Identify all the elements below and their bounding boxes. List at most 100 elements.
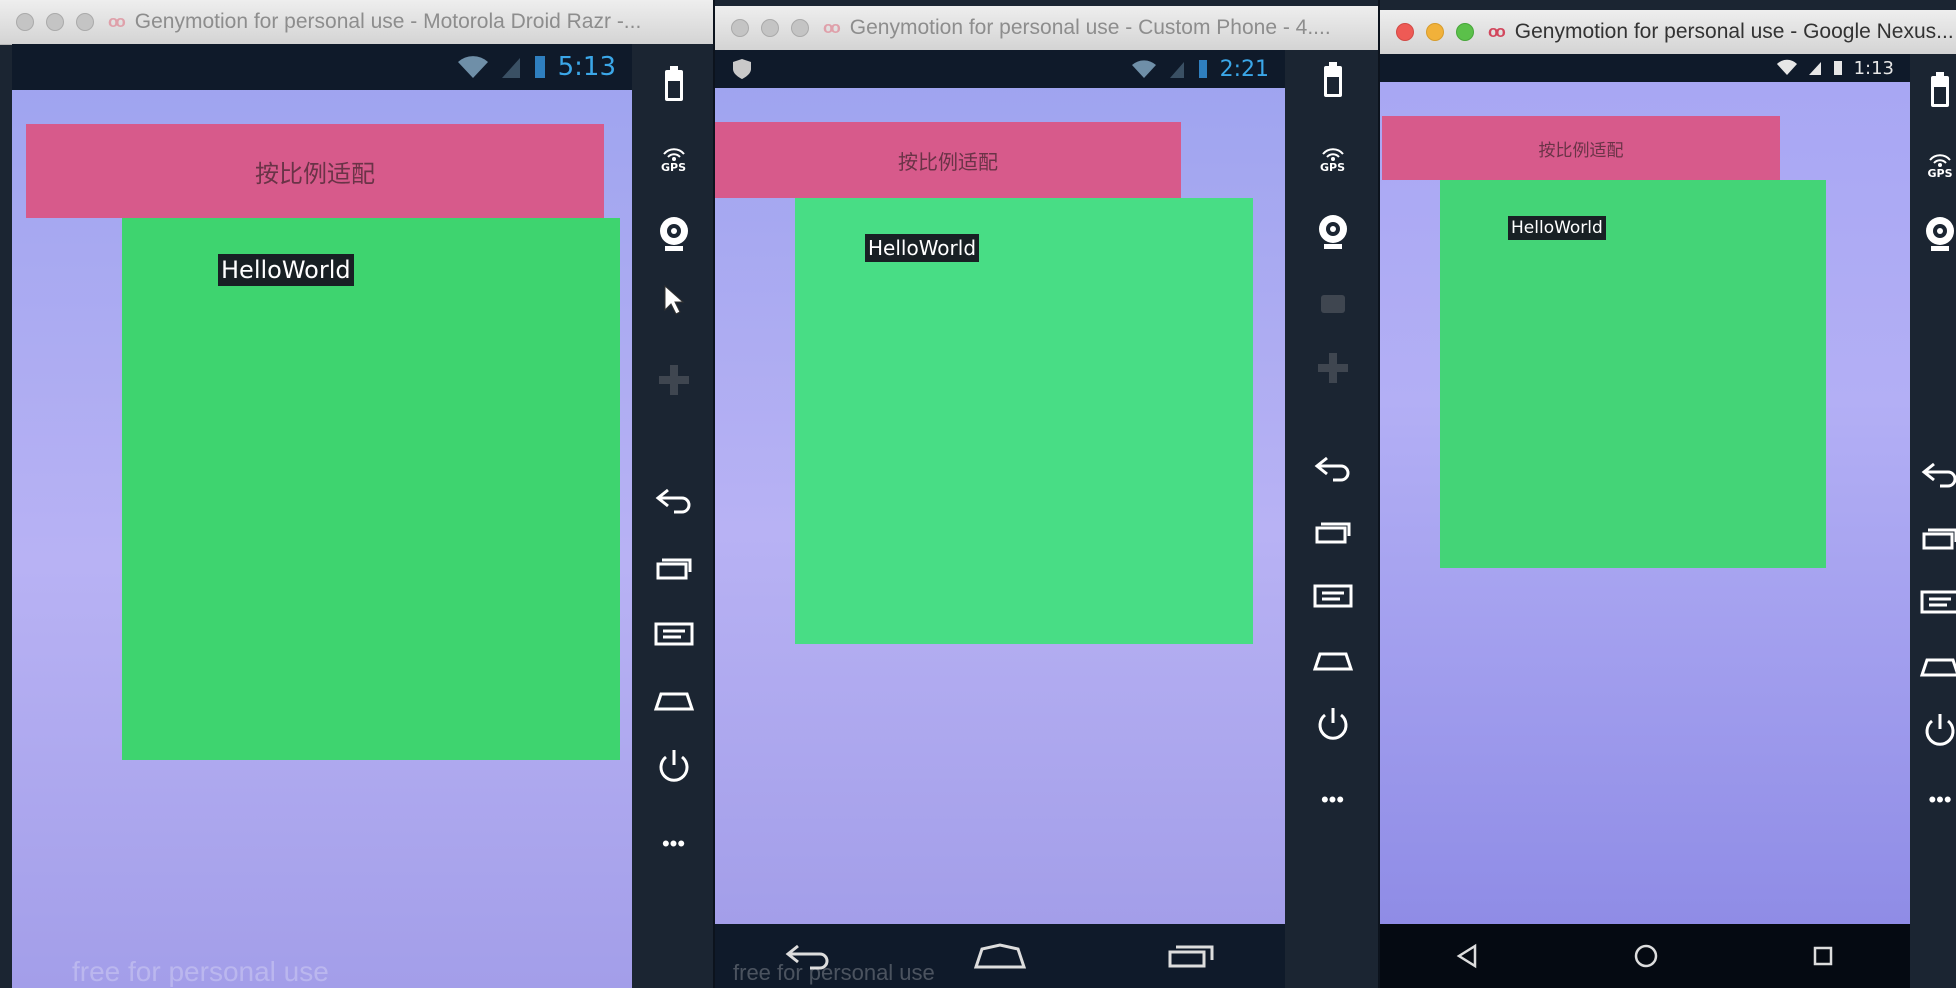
battery-widget-icon [1323,62,1342,97]
signal-icon [1169,62,1184,78]
back-button[interactable] [644,470,704,530]
more-dots-icon: ••• [1320,787,1345,812]
status-time: 5:13 [557,52,616,82]
nav-recent-icon[interactable] [1166,942,1216,970]
recent-apps-icon [1922,528,1956,550]
header-bar: 按比例适配 [1382,116,1780,180]
home-icon [1312,652,1353,671]
emulator-toolbar: GPS ••• [1285,50,1380,988]
emulator-window-2: oo Genymotion for personal use - Custom … [715,0,1380,988]
gps-label: GPS [660,160,686,174]
close-button[interactable] [1396,23,1414,41]
genymotion-logo-icon: oo [108,12,126,31]
window-title: Genymotion for personal use - Google Nex… [1514,20,1954,43]
emulator-toolbar: GPS ••• [632,44,715,988]
remote-control-widget[interactable] [1303,272,1363,332]
gps-widget[interactable]: GPS [1910,136,1956,196]
status-bar: 2:21 [715,50,1285,88]
nav-home-icon[interactable] [973,942,1027,970]
content-box [795,198,1253,644]
menu-icon [1313,584,1352,608]
home-button[interactable] [1910,636,1956,696]
content-box [1440,180,1826,568]
recent-apps-icon [656,558,691,580]
navigation-bar [1380,924,1910,988]
android-screen[interactable]: 2:21 按比例适配 HelloWorld [715,50,1285,924]
power-icon [1925,714,1955,746]
header-text: 按比例适配 [255,160,375,188]
home-button[interactable] [644,670,704,730]
zoom-button[interactable] [76,13,94,31]
webcam-widget[interactable] [1303,202,1363,262]
status-time: 2:21 [1219,56,1269,82]
back-arrow-icon [1314,456,1349,482]
gps-widget[interactable]: GPS [1303,130,1363,190]
watermark-text: free for personal use [72,956,329,987]
nav-recent-icon[interactable] [1811,944,1835,968]
recent-apps-button[interactable] [1303,502,1363,562]
menu-button[interactable] [1910,572,1956,632]
nav-home-icon[interactable] [1632,942,1660,970]
more-button[interactable]: ••• [1910,770,1956,830]
window-controls [1396,23,1474,41]
power-icon [1318,708,1347,740]
gps-widget[interactable]: GPS [644,130,704,190]
window-title: Genymotion for personal use - Motorola D… [134,10,642,33]
wifi-icon [1776,59,1797,75]
android-screen[interactable]: 5:13 按比例适配 HelloWorld free for personal … [12,44,632,988]
close-button[interactable] [731,19,749,37]
webcam-widget[interactable] [1910,204,1956,264]
close-button[interactable] [16,13,34,31]
home-icon [653,692,694,711]
minimize-button[interactable] [46,13,64,31]
menu-button[interactable] [1303,566,1363,626]
emulator-toolbar: GPS ••• [1910,54,1956,988]
notification-shield-icon [733,59,751,79]
battery-widget[interactable] [1910,60,1956,120]
genymotion-logo-icon: oo [823,18,841,37]
back-button[interactable] [1303,438,1363,498]
menu-icon [1920,590,1956,614]
title-bar[interactable]: oo Genymotion for personal use - Motorol… [0,0,715,45]
zoom-button[interactable] [791,19,809,37]
status-bar: 1:13 [1380,54,1910,82]
dpad-widget[interactable] [1303,338,1363,398]
signal-icon [501,58,520,78]
genymotion-logo-icon: oo [1488,22,1506,41]
remote-control-icon [1320,295,1345,313]
back-button[interactable] [1910,444,1956,504]
mouse-pointer-icon [664,284,684,315]
status-time: 1:13 [1853,57,1894,79]
window-controls [16,13,94,31]
window-title: Genymotion for personal use - Custom Pho… [849,16,1331,39]
android-screen[interactable]: 1:13 按比例适配 HelloWorld [1380,54,1910,924]
recent-apps-button[interactable] [1910,508,1956,568]
power-button[interactable] [1303,694,1363,754]
wifi-icon [457,56,488,78]
recent-apps-icon [1315,522,1350,544]
title-bar[interactable]: oo Genymotion for personal use - Custom … [715,6,1380,51]
power-button[interactable] [1910,700,1956,760]
battery-widget[interactable] [644,54,704,114]
power-icon [659,750,688,782]
menu-button[interactable] [644,604,704,664]
emulator-window-3: oo Genymotion for personal use - Google … [1380,0,1956,988]
webcam-widget[interactable] [644,204,704,264]
battery-icon [1198,60,1207,78]
battery-widget[interactable] [1303,50,1363,110]
minimize-button[interactable] [1426,23,1444,41]
title-bar[interactable]: oo Genymotion for personal use - Google … [1380,10,1956,55]
gps-signal-icon [1929,153,1951,167]
home-button[interactable] [1303,630,1363,690]
more-button[interactable]: ••• [1303,770,1363,830]
nav-back-icon[interactable] [1455,943,1481,969]
dpad-widget[interactable] [644,350,704,410]
more-button[interactable]: ••• [644,814,704,874]
power-button[interactable] [644,736,704,796]
content-box [122,218,620,760]
cursor-tool[interactable] [644,270,704,330]
minimize-button[interactable] [761,19,779,37]
recent-apps-button[interactable] [644,538,704,598]
back-arrow-icon [1921,462,1956,488]
zoom-button[interactable] [1456,23,1474,41]
